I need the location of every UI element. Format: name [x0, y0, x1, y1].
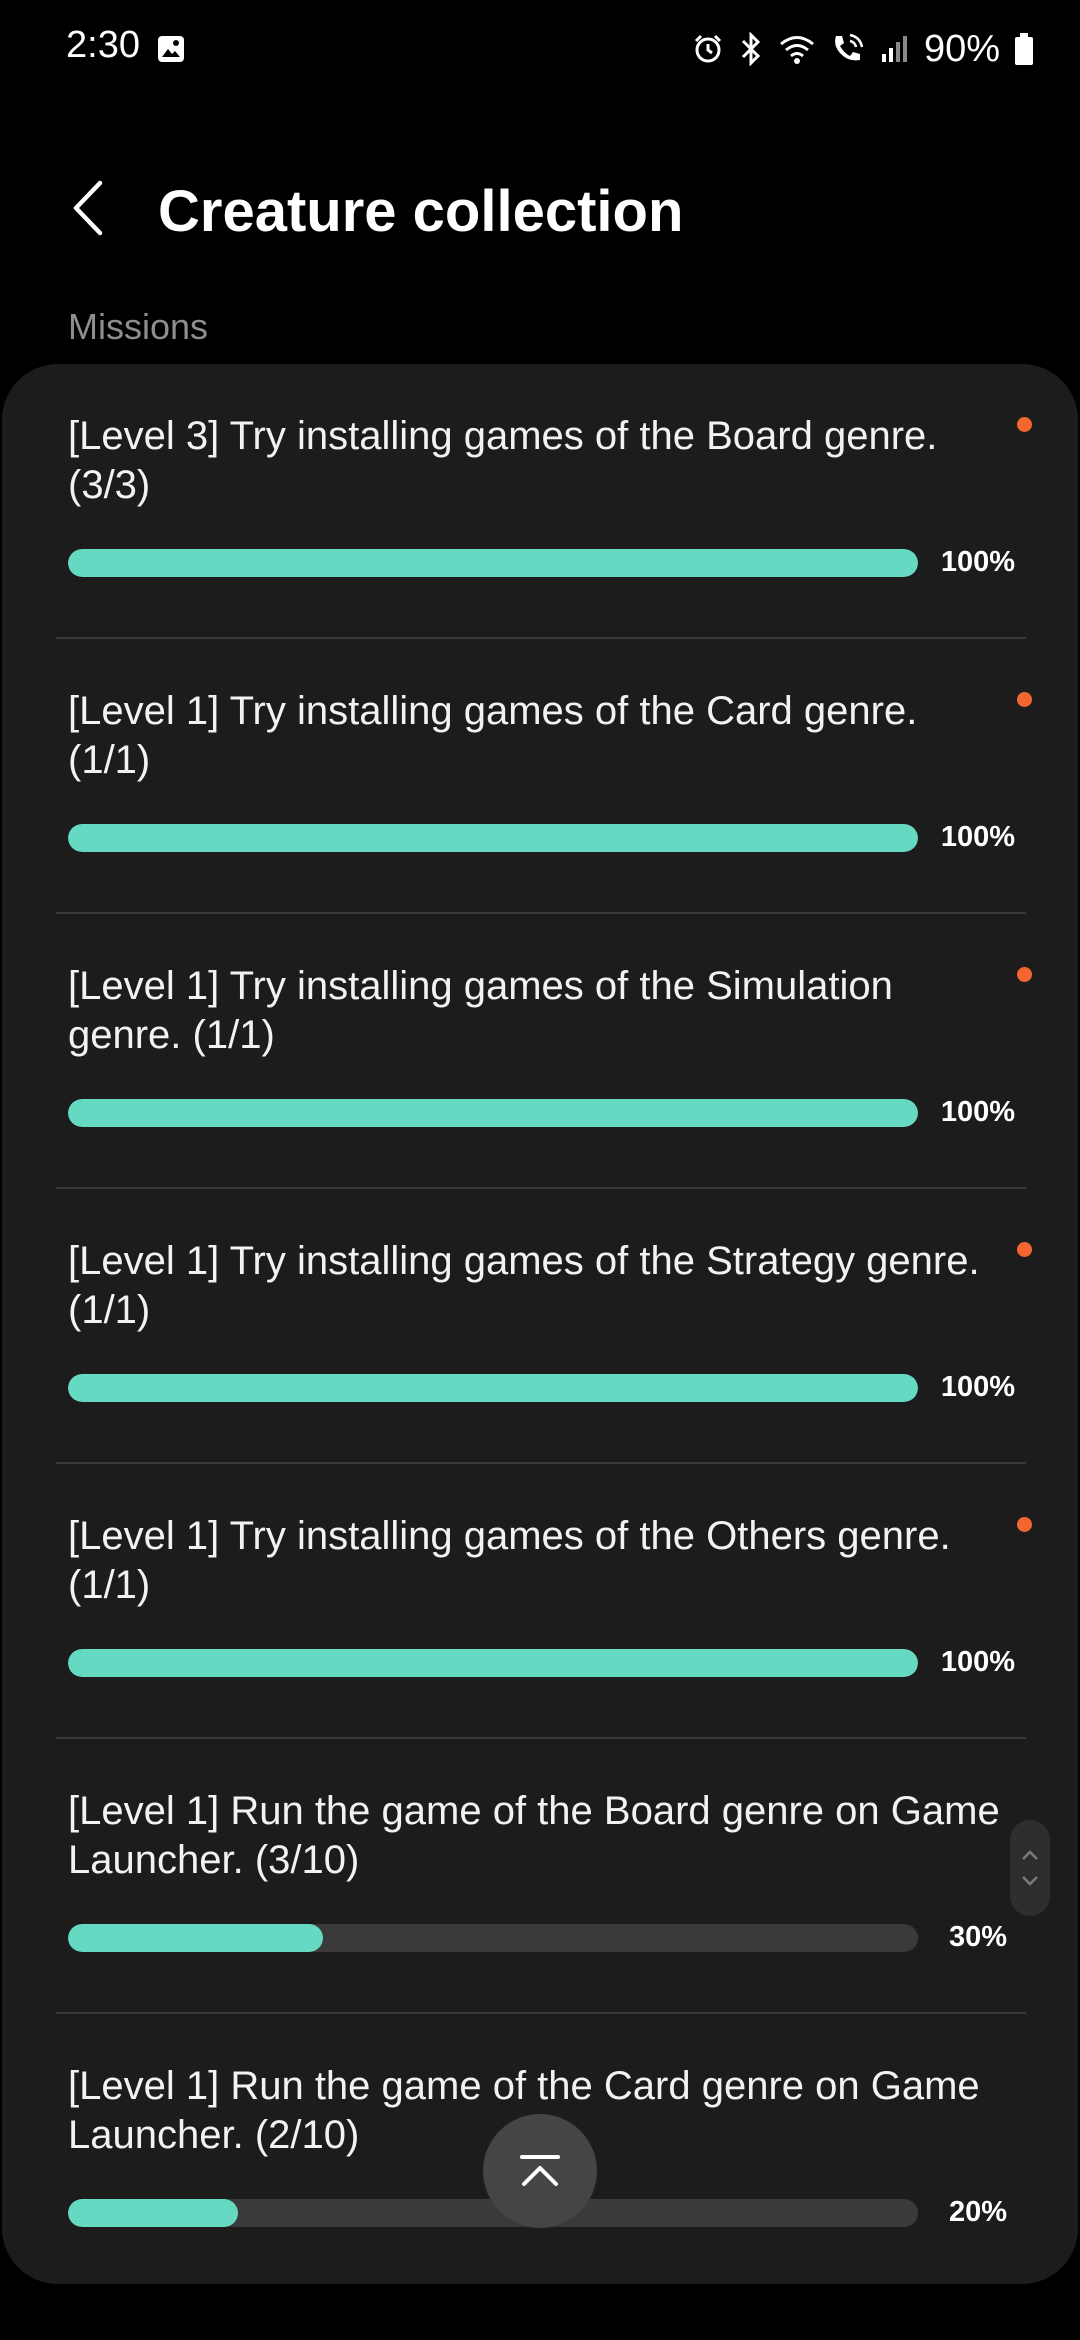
app-header: Creature collection — [0, 150, 1080, 270]
scroll-to-top-icon — [520, 2155, 560, 2186]
gallery-icon — [158, 36, 184, 62]
progress-percent: 100% — [940, 821, 1016, 853]
section-label-missions: Missions — [68, 306, 209, 347]
mission-title: [Level 1] Try installing games of the Ca… — [68, 689, 918, 782]
new-indicator-dot — [1017, 967, 1032, 982]
progress-bar — [68, 1924, 918, 1952]
status-icons: 90% — [692, 24, 1034, 74]
progress-bar-fill — [68, 549, 918, 577]
mission-item[interactable]: [Level 1] Try installing games of the Si… — [2, 914, 1078, 1189]
new-indicator-dot — [1017, 1242, 1032, 1257]
alarm-icon — [694, 34, 721, 63]
progress-percent: 100% — [940, 1646, 1016, 1678]
progress-percent: 30% — [948, 1921, 1008, 1953]
progress-bar-fill — [68, 2199, 238, 2227]
mission-title: [Level 1] Try installing games of the St… — [68, 1239, 980, 1332]
progress-percent: 100% — [940, 546, 1016, 578]
progress-bar-fill — [68, 1374, 918, 1402]
chevron-down-icon — [1022, 1876, 1038, 1886]
mission-title: [Level 3] Try installing games of the Bo… — [68, 414, 938, 507]
bluetooth-icon — [741, 32, 761, 66]
new-indicator-dot — [1017, 692, 1032, 707]
mission-title: [Level 1] Try installing games of the Si… — [68, 964, 893, 1057]
progress-bar-fill — [68, 1924, 323, 1952]
status-time: 2:30 — [66, 24, 140, 66]
missions-card: [Level 3] Try installing games of the Bo… — [2, 364, 1078, 2284]
chevron-up-icon — [1022, 1850, 1038, 1860]
progress-bar — [68, 549, 918, 577]
mission-item[interactable]: [Level 1] Try installing games of the St… — [2, 1189, 1078, 1464]
progress-bar-fill — [68, 824, 918, 852]
mission-item[interactable]: [Level 1] Try installing games of the Ot… — [2, 1464, 1078, 1739]
back-arrow-icon — [73, 180, 103, 236]
wifi-icon — [779, 36, 814, 64]
progress-bar — [68, 1099, 918, 1127]
mission-item[interactable]: [Level 3] Try installing games of the Bo… — [2, 364, 1078, 639]
battery-percent: 90% — [923, 27, 1000, 70]
mission-title: [Level 1] Run the game of the Board genr… — [68, 1789, 1000, 1882]
status-bar: 2:30 90% — [0, 0, 1080, 100]
page-title: Creature collection — [158, 179, 684, 244]
progress-bar — [68, 824, 918, 852]
progress-bar — [68, 1374, 918, 1402]
progress-bar-fill — [68, 1649, 918, 1677]
progress-percent: 100% — [940, 1371, 1016, 1403]
progress-bar — [68, 1649, 918, 1677]
back-button[interactable] — [56, 176, 120, 240]
new-indicator-dot — [1017, 417, 1032, 432]
new-indicator-dot — [1017, 1517, 1032, 1532]
progress-percent: 20% — [948, 2196, 1008, 2228]
mission-title: [Level 1] Try installing games of the Ot… — [68, 1514, 951, 1607]
scroll-to-top-button[interactable] — [483, 2114, 597, 2228]
progress-bar-fill — [68, 1099, 918, 1127]
progress-percent: 100% — [940, 1096, 1016, 1128]
signal-icon — [881, 36, 907, 62]
fast-scroll-handle[interactable] — [1010, 1820, 1050, 1916]
battery-icon — [1015, 33, 1033, 65]
wifi-calling-icon — [835, 33, 864, 61]
mission-item[interactable]: [Level 1] Run the game of the Board genr… — [2, 1739, 1078, 2014]
mission-item[interactable]: [Level 1] Try installing games of the Ca… — [2, 639, 1078, 914]
